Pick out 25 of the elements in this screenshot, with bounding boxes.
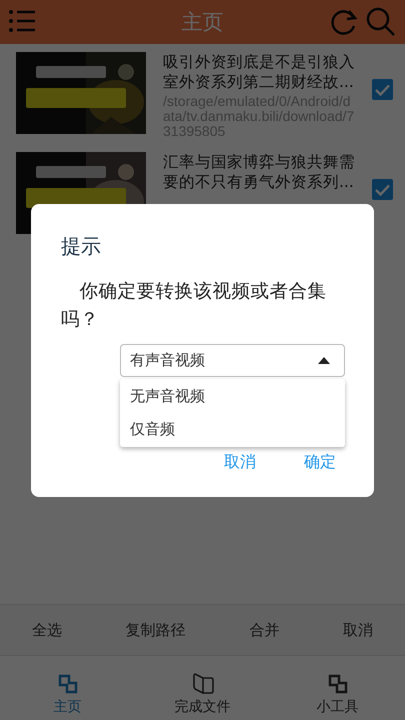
- search-icon[interactable]: [365, 7, 397, 37]
- nav-tab[interactable]: 主页: [0, 656, 135, 720]
- squares-icon: [328, 674, 348, 694]
- action-button[interactable]: 全选: [28, 614, 66, 646]
- action-button[interactable]: 复制路径: [122, 614, 190, 646]
- dropdown-option[interactable]: 仅音频: [120, 413, 345, 446]
- nav-tab[interactable]: 小工具: [270, 656, 405, 720]
- dialog-button[interactable]: 确定: [304, 452, 336, 472]
- page-title: 主页: [180, 9, 224, 36]
- squares-icon: [58, 674, 78, 694]
- caret-icon: [318, 357, 330, 364]
- menu-icon[interactable]: [8, 9, 36, 35]
- dialog-title: 提示: [61, 233, 102, 260]
- checkbox[interactable]: [372, 179, 393, 200]
- video-title: 吸引外资到底是不是引狼入室外资系列第二期财经故...: [163, 52, 355, 92]
- action-button[interactable]: 取消: [339, 614, 378, 646]
- video-title: 汇率与国家博弈与狼共舞需要的不只有勇气外资系列...: [163, 152, 355, 192]
- dialog-button[interactable]: 取消: [224, 452, 256, 472]
- book-icon: [190, 672, 214, 694]
- dropdown-option[interactable]: 无声音视频: [120, 380, 345, 413]
- refresh-icon[interactable]: [329, 7, 359, 37]
- nav-tab[interactable]: 完成文件: [135, 656, 270, 720]
- action-button[interactable]: 合并: [245, 614, 284, 646]
- checkbox[interactable]: [372, 79, 393, 100]
- dialog-message: 你确定要转换该视频或者合集吗？: [61, 280, 328, 332]
